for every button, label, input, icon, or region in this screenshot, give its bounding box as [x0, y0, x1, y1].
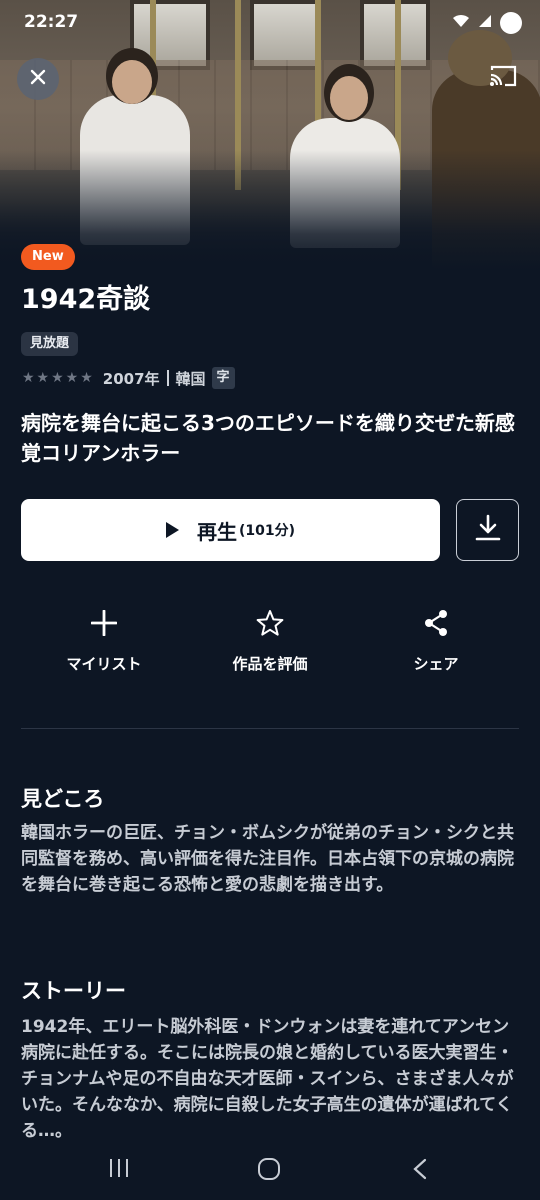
status-icons	[452, 12, 522, 34]
subtitle-badge: 字	[211, 367, 235, 389]
play-label: 再生	[196, 519, 237, 544]
rate-label: 作品を評価	[232, 655, 308, 673]
rate-button[interactable]: 作品を評価	[195, 608, 345, 674]
cast-button[interactable]	[488, 64, 518, 88]
mylist-label: マイリスト	[66, 655, 142, 673]
cast-icon	[488, 65, 518, 92]
catchphrase: 病院を舞台に起こる3つのエピソードを織り交ぜた新感覚コリアンホラー	[21, 411, 515, 465]
share-label: シェア	[413, 655, 459, 673]
star-icon	[256, 609, 284, 641]
hero-figure-face	[330, 76, 368, 120]
back-icon	[412, 1158, 428, 1184]
share-button[interactable]: シェア	[361, 608, 511, 674]
rating-stars: ★★★★★	[22, 370, 95, 386]
home-icon	[257, 1158, 281, 1184]
play-duration: (101分)	[238, 523, 296, 539]
play-icon	[165, 522, 179, 538]
close-button[interactable]	[17, 58, 59, 100]
hero-image	[0, 0, 540, 270]
mylist-button[interactable]: マイリスト	[29, 608, 179, 674]
highlights-heading: 見どころ	[21, 787, 105, 811]
wifi-icon	[452, 14, 470, 32]
story-text: 1942年、エリート脳外科医・ドンウォンは妻を連れてアンセン病院に赴任する。そこ…	[21, 1017, 514, 1141]
close-icon	[29, 67, 47, 92]
meta-row: ★★★★★ 2007年 韓国 字	[22, 367, 235, 389]
download-icon	[475, 514, 501, 546]
back-button[interactable]	[412, 1158, 428, 1184]
battery-icon	[500, 12, 522, 34]
share-icon	[423, 609, 449, 641]
play-button[interactable]: 再生 (101分)	[21, 499, 440, 561]
highlights-text: 韓国ホラーの巨匠、チョン・ボムシクが従弟のチョン・シクと共同監督を務め、高い評価…	[21, 823, 514, 895]
signal-icon	[478, 14, 492, 32]
home-button[interactable]	[257, 1158, 281, 1184]
hero-fade	[0, 150, 540, 270]
plus-icon	[90, 609, 118, 640]
country: 韓国	[175, 369, 206, 388]
divider	[21, 728, 519, 729]
system-nav-bar	[0, 1140, 540, 1200]
recent-apps-button[interactable]	[108, 1158, 130, 1182]
hero-figure-face	[112, 60, 152, 104]
release-year: 2007年	[102, 369, 160, 388]
download-button[interactable]	[456, 499, 519, 561]
recent-apps-icon	[108, 1159, 130, 1182]
new-badge: New	[21, 244, 75, 270]
story-heading: ストーリー	[21, 979, 126, 1003]
meta-divider	[166, 370, 169, 386]
page-title: 1942奇談	[21, 284, 151, 315]
action-row: マイリスト 作品を評価 シェア	[0, 608, 540, 688]
status-time: 22:27	[24, 12, 79, 32]
plan-badge: 見放題	[21, 332, 79, 356]
